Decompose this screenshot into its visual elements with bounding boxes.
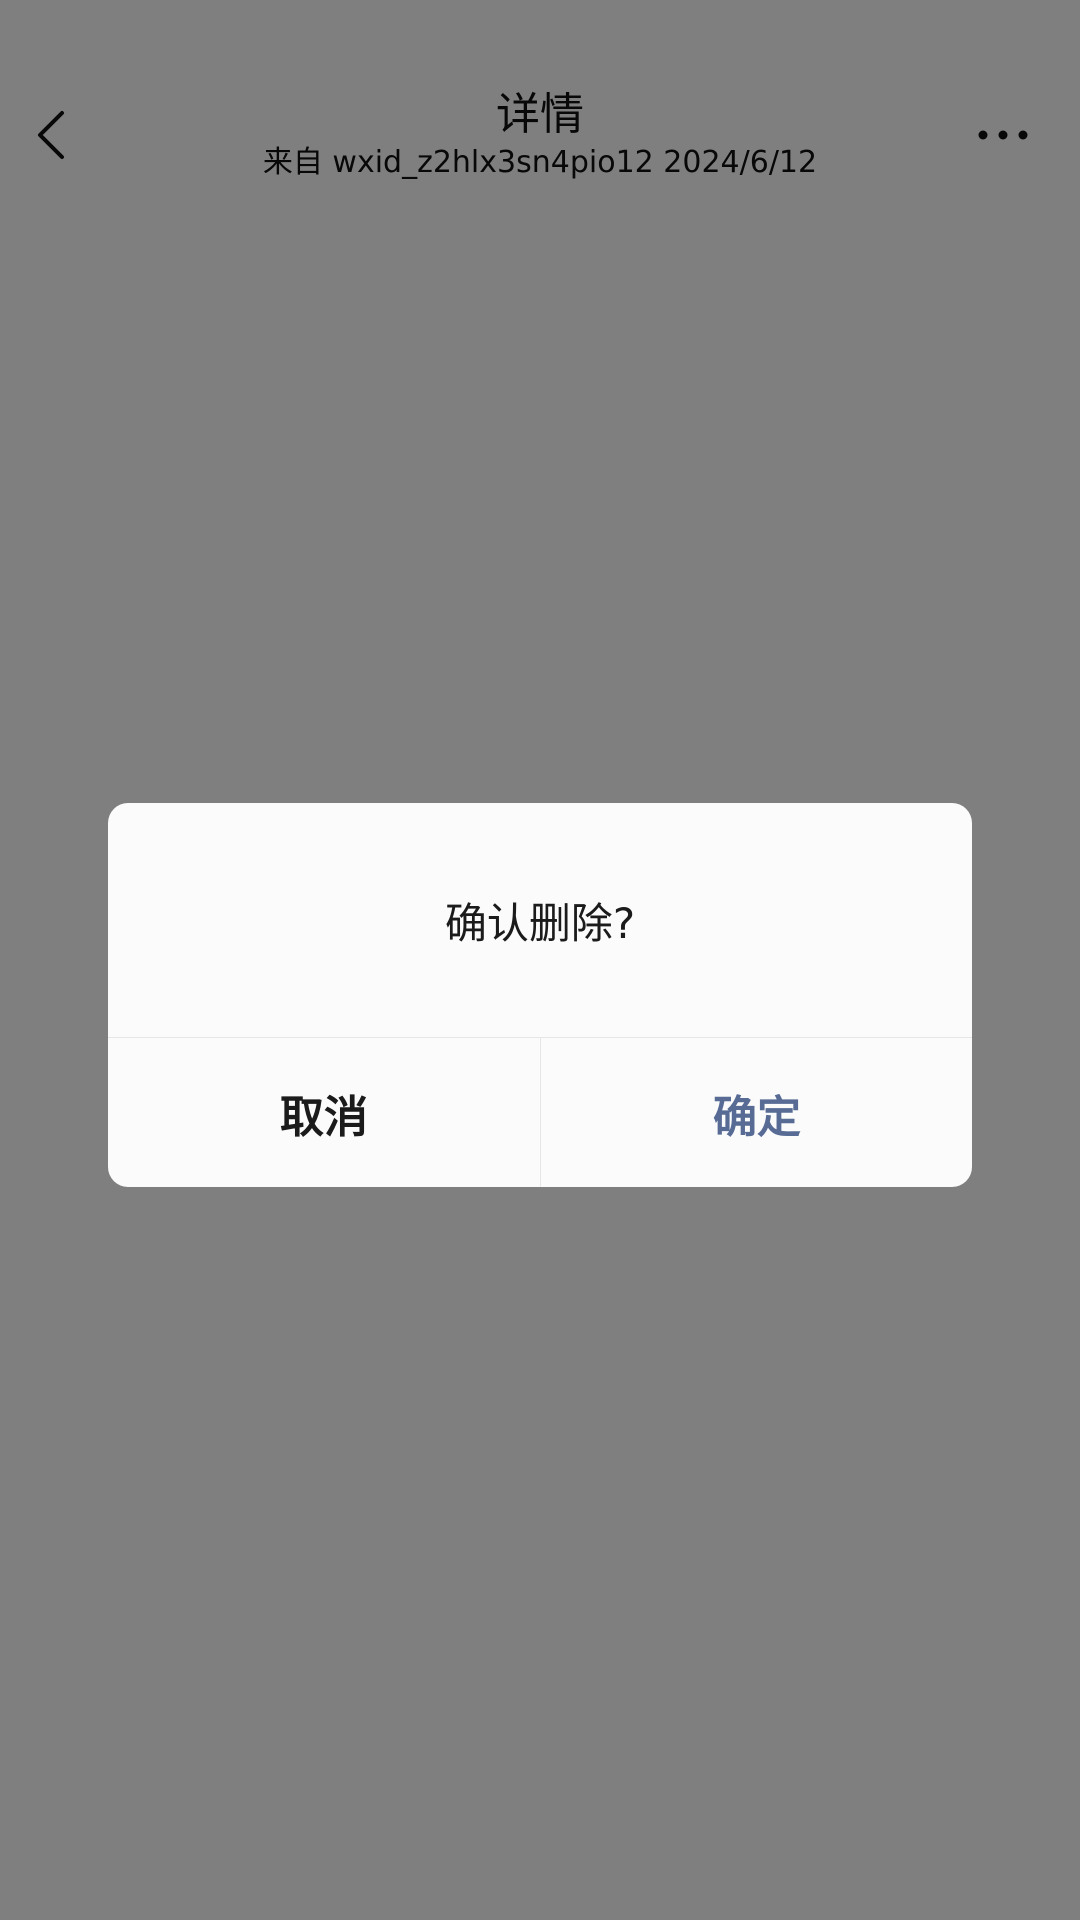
screen: 5:00 详情 来自 wxid_z2hlx3sn4pio12 2024/6/12 bbox=[0, 0, 1080, 1920]
cancel-button[interactable]: 取消 bbox=[108, 1038, 540, 1187]
confirm-delete-dialog: 确认删除? 取消 确定 bbox=[108, 803, 972, 1187]
confirm-button[interactable]: 确定 bbox=[541, 1038, 972, 1187]
dialog-message: 确认删除? bbox=[444, 898, 636, 948]
